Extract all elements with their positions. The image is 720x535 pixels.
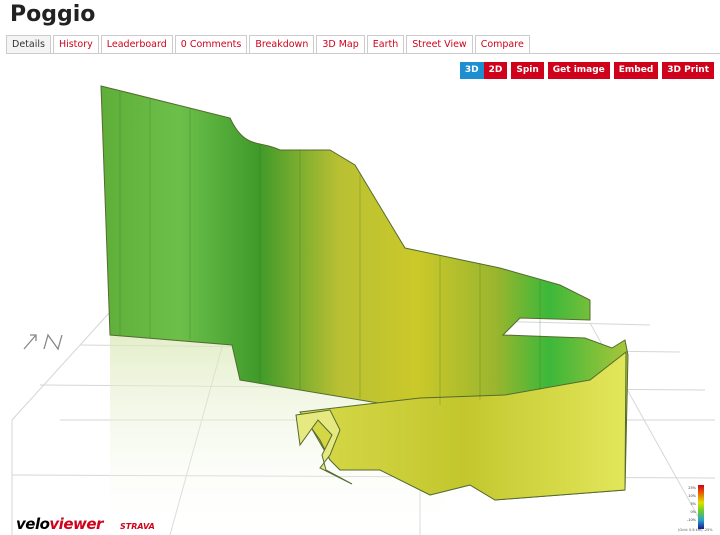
get-image-button[interactable]: Get image xyxy=(547,62,610,79)
3d-print-button[interactable]: 3D Print xyxy=(662,62,714,79)
legend-label: 5% xyxy=(690,502,696,506)
legend-label: -10% xyxy=(686,518,696,522)
gradient-legend-labels: 25% 10% 5% 0% -10% xyxy=(672,484,696,524)
strava-logo: STRAVA xyxy=(120,522,155,531)
legend-label: 0% xyxy=(690,510,696,514)
embed-button[interactable]: Embed xyxy=(613,62,659,79)
veloviewer-logo: veloviewer xyxy=(16,515,103,533)
mode-toggle: 3D 2D xyxy=(459,62,508,79)
gradient-legend xyxy=(698,485,704,529)
legend-label: 10% xyxy=(688,494,696,498)
north-arrow-icon xyxy=(23,333,63,351)
grid-scale-note: (Grid: 0.6 km) -25% xyxy=(678,528,713,532)
3d-profile-view[interactable] xyxy=(0,0,720,535)
mode-2d-button[interactable]: 2D xyxy=(483,62,508,79)
viewer-toolbar: 3D 2D Spin Get image Embed 3D Print xyxy=(459,62,714,79)
mode-3d-button[interactable]: 3D xyxy=(459,62,484,79)
spin-button[interactable]: Spin xyxy=(511,62,544,79)
legend-label: 25% xyxy=(688,486,696,490)
